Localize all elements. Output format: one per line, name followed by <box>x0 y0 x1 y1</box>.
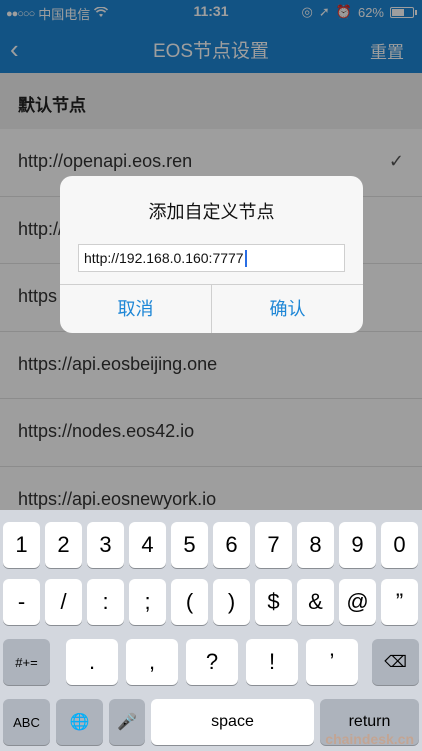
keyboard-row-symbols: - / : ; ( ) $ & @ ” <box>0 579 422 625</box>
node-url-input-value: http://192.168.0.160:7777 <box>84 250 244 266</box>
text-cursor <box>244 249 247 267</box>
globe-key[interactable]: 🌐 <box>56 699 103 745</box>
key-apostrophe[interactable]: ’ <box>306 639 358 685</box>
key-slash[interactable]: / <box>45 579 82 625</box>
key-comma[interactable]: , <box>126 639 178 685</box>
key-0[interactable]: 0 <box>381 522 418 568</box>
keyboard-row-punct: #+= . , ? ! ’ ⌫ <box>0 639 422 685</box>
watermark: chaindesk.cn <box>325 731 414 747</box>
key-hyphen[interactable]: - <box>3 579 40 625</box>
key-4[interactable]: 4 <box>129 522 166 568</box>
key-question[interactable]: ? <box>186 639 238 685</box>
key-period[interactable]: . <box>66 639 118 685</box>
key-exclamation[interactable]: ! <box>246 639 298 685</box>
key-dollar[interactable]: $ <box>255 579 292 625</box>
space-key[interactable]: space <box>151 699 314 745</box>
more-symbols-key[interactable]: #+= <box>3 639 50 685</box>
key-2[interactable]: 2 <box>45 522 82 568</box>
keyboard: 1 2 3 4 5 6 7 8 9 0 - / : ; ( ) $ & @ ” … <box>0 510 422 751</box>
key-1[interactable]: 1 <box>3 522 40 568</box>
node-url-input[interactable]: http://192.168.0.160:7777 <box>78 244 345 272</box>
key-semicolon[interactable]: ; <box>129 579 166 625</box>
confirm-button[interactable]: 确认 <box>212 285 363 333</box>
dialog-title: 添加自定义节点 <box>148 202 275 222</box>
key-colon[interactable]: : <box>87 579 124 625</box>
key-9[interactable]: 9 <box>339 522 376 568</box>
key-5[interactable]: 5 <box>171 522 208 568</box>
backspace-key[interactable]: ⌫ <box>372 639 419 685</box>
globe-icon: 🌐 <box>69 714 90 731</box>
key-3[interactable]: 3 <box>87 522 124 568</box>
key-ampersand[interactable]: & <box>297 579 334 625</box>
key-open-paren[interactable]: ( <box>171 579 208 625</box>
add-node-dialog: 添加自定义节点 http://192.168.0.160:7777 取消 确认 <box>60 176 363 333</box>
microphone-key[interactable]: 🎤 <box>109 699 145 745</box>
key-at[interactable]: @ <box>339 579 376 625</box>
dialog-buttons: 取消 确认 <box>60 285 363 333</box>
keyboard-row-numbers: 1 2 3 4 5 6 7 8 9 0 <box>0 522 422 568</box>
key-quote[interactable]: ” <box>381 579 418 625</box>
abc-key[interactable]: ABC <box>3 699 50 745</box>
cancel-button[interactable]: 取消 <box>60 285 211 333</box>
microphone-icon: 🎤 <box>117 714 137 731</box>
key-close-paren[interactable]: ) <box>213 579 250 625</box>
key-7[interactable]: 7 <box>255 522 292 568</box>
key-6[interactable]: 6 <box>213 522 250 568</box>
backspace-icon: ⌫ <box>384 654 407 671</box>
key-8[interactable]: 8 <box>297 522 334 568</box>
